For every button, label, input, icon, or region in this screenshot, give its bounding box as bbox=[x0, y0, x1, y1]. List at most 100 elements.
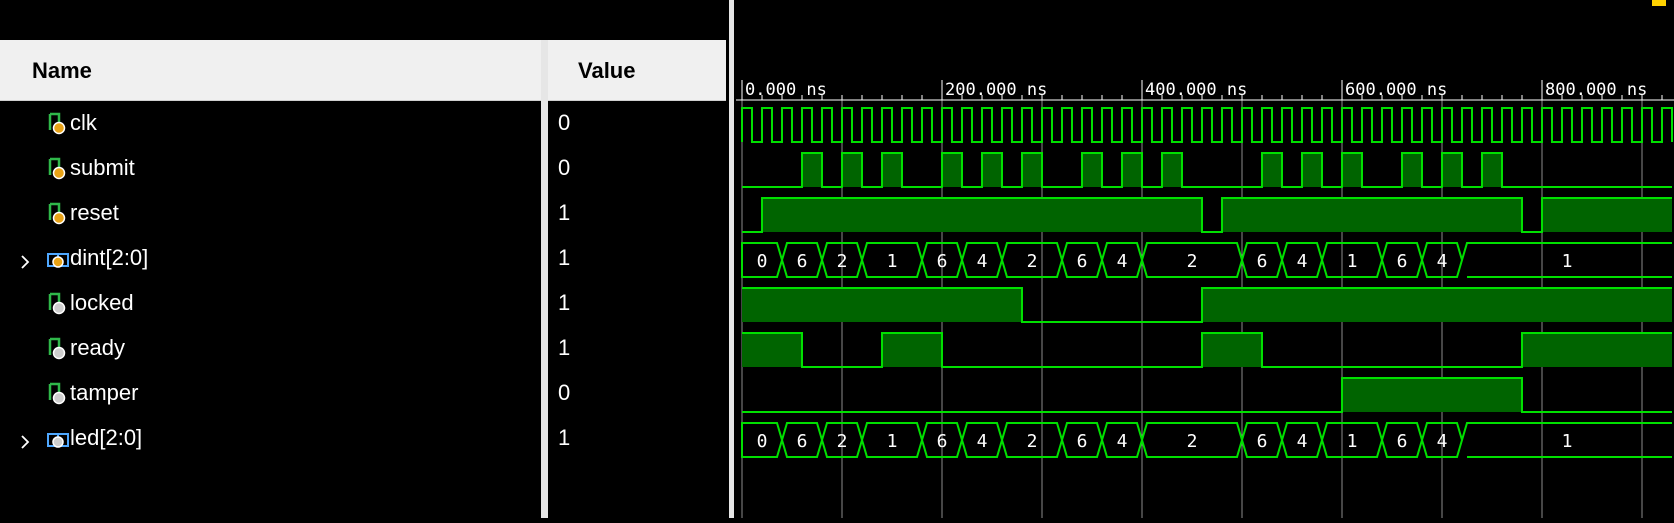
dint-bus-value: 6 bbox=[1077, 251, 1088, 272]
dint-bus-value: 4 bbox=[1297, 251, 1308, 272]
tamper-high-fill bbox=[1342, 378, 1522, 412]
led-bus-value: 4 bbox=[1117, 431, 1128, 452]
chevron-right-icon[interactable] bbox=[19, 429, 31, 449]
dint-bus-value: 2 bbox=[1187, 251, 1198, 272]
ruler-label: 0.000 ns bbox=[745, 80, 827, 100]
input-signal-icon bbox=[47, 157, 67, 181]
ready-high-fill bbox=[1202, 333, 1262, 367]
output-signal-icon bbox=[47, 337, 67, 361]
dint-bus-value: 2 bbox=[1027, 251, 1038, 272]
led-bus-value: 0 bbox=[757, 431, 768, 452]
led-bus-value: 6 bbox=[937, 431, 948, 452]
signal-names-panel: Name clk submit reset dint[2:0] locked ready t… bbox=[0, 0, 548, 518]
signal-row[interactable]: dint[2:0] bbox=[0, 237, 541, 282]
signal-values-panel: Value bbox=[548, 0, 726, 518]
led-bus-value: 2 bbox=[1187, 431, 1198, 452]
ready-high-fill bbox=[882, 333, 942, 367]
led-bus-value: 2 bbox=[1027, 431, 1038, 452]
signal-row[interactable]: ready bbox=[0, 327, 541, 372]
signal-value: 1 bbox=[558, 200, 571, 225]
output-signal-icon bbox=[47, 427, 69, 451]
dint-bus-value: 0 bbox=[757, 251, 768, 272]
cursor-marker[interactable] bbox=[1652, 0, 1666, 6]
input-signal-icon bbox=[47, 112, 67, 136]
ruler-label: 200.000 ns bbox=[945, 80, 1047, 100]
led-bus-value: 1 bbox=[1562, 431, 1573, 452]
signal-value: 0 bbox=[558, 110, 571, 135]
value-column-header[interactable]: Value bbox=[548, 40, 726, 101]
submit-high-fill bbox=[842, 153, 862, 187]
submit-high-fill bbox=[1302, 153, 1322, 187]
locked-high-fill bbox=[1202, 288, 1672, 322]
submit-high-fill bbox=[1022, 153, 1042, 187]
dint-bus-value: 6 bbox=[1257, 251, 1268, 272]
dint-bus-value: 1 bbox=[1347, 251, 1358, 272]
reset-high-fill bbox=[762, 198, 1202, 232]
ruler-label: 600.000 ns bbox=[1345, 80, 1447, 100]
submit-wave bbox=[742, 152, 1672, 188]
signal-value: 1 bbox=[558, 335, 571, 360]
submit-high-fill bbox=[882, 153, 902, 187]
dint-bus-value: 1 bbox=[1562, 251, 1573, 272]
signal-row[interactable]: tamper bbox=[0, 372, 541, 417]
ready-high-fill bbox=[1522, 333, 1672, 367]
signal-value: 1 bbox=[558, 425, 571, 450]
signal-value: 0 bbox=[558, 155, 571, 180]
signal-name: ready bbox=[70, 335, 126, 360]
led-bus-value: 4 bbox=[977, 431, 988, 452]
submit-high-fill bbox=[1402, 153, 1422, 187]
led-bus-value: 6 bbox=[1257, 431, 1268, 452]
signal-row[interactable]: locked bbox=[0, 282, 541, 327]
chevron-right-icon[interactable] bbox=[19, 249, 31, 269]
signal-name: dint[2:0] bbox=[70, 245, 149, 270]
reset-high-fill bbox=[1222, 198, 1522, 232]
waveform-panel[interactable]: 0.000 ns 200.000 ns 400.000 ns 600.000 ns 80… bbox=[736, 0, 1674, 518]
signal-name: reset bbox=[70, 200, 119, 225]
output-signal-icon bbox=[47, 292, 67, 316]
signal-value: 1 bbox=[558, 290, 571, 315]
led-bus-value: 4 bbox=[1437, 431, 1448, 452]
led-bus-value: 6 bbox=[797, 431, 808, 452]
dint-bus-value: 6 bbox=[1397, 251, 1408, 272]
signal-name: led[2:0] bbox=[70, 425, 143, 450]
ready-high-fill bbox=[742, 333, 802, 367]
submit-high-fill bbox=[802, 153, 822, 187]
dint-bus-value: 4 bbox=[1437, 251, 1448, 272]
led-bus-value: 4 bbox=[1297, 431, 1308, 452]
input-signal-icon bbox=[47, 202, 67, 226]
tamper-wave bbox=[742, 377, 1672, 413]
input-signal-icon bbox=[47, 247, 69, 271]
submit-high-fill bbox=[1442, 153, 1462, 187]
waveform-canvas[interactable]: 0.000 ns 200.000 ns 400.000 ns 600.000 ns 80… bbox=[736, 0, 1674, 518]
led-bus-value: 6 bbox=[1397, 431, 1408, 452]
submit-high-fill bbox=[1162, 153, 1182, 187]
ruler-label: 800.000 ns bbox=[1545, 80, 1647, 100]
name-header-label: Name bbox=[32, 58, 92, 83]
led-bus-value: 6 bbox=[1077, 431, 1088, 452]
dint-bus-value: 4 bbox=[1117, 251, 1128, 272]
submit-high-fill bbox=[1262, 153, 1282, 187]
submit-high-fill bbox=[1482, 153, 1502, 187]
signal-value: 0 bbox=[558, 380, 571, 405]
clk-wave bbox=[741, 107, 1673, 143]
signal-name: locked bbox=[70, 290, 134, 315]
output-signal-icon bbox=[47, 382, 67, 406]
led-bus-value: 1 bbox=[887, 431, 898, 452]
signal-row[interactable]: clk bbox=[0, 102, 541, 147]
signal-row[interactable]: led[2:0] bbox=[0, 417, 541, 462]
dint-bus-value: 4 bbox=[977, 251, 988, 272]
signal-name: clk bbox=[70, 110, 97, 135]
signal-row[interactable]: submit bbox=[0, 147, 541, 192]
name-column-header[interactable]: Name bbox=[0, 40, 541, 101]
dint-bus-value: 6 bbox=[937, 251, 948, 272]
submit-high-fill bbox=[1082, 153, 1102, 187]
led-bus-value: 1 bbox=[1347, 431, 1358, 452]
dint-bus-value: 2 bbox=[837, 251, 848, 272]
dint-bus-value: 1 bbox=[887, 251, 898, 272]
panel-divider-line[interactable] bbox=[729, 0, 734, 518]
column-splitter[interactable] bbox=[541, 40, 548, 518]
signal-value: 1 bbox=[558, 245, 571, 270]
signal-row[interactable]: reset bbox=[0, 192, 541, 237]
locked-high-fill bbox=[742, 288, 1022, 322]
signal-name: submit bbox=[70, 155, 135, 180]
